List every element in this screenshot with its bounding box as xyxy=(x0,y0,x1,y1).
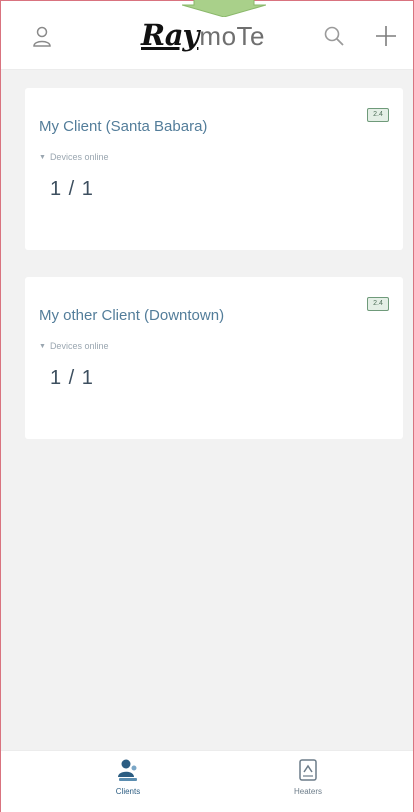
app-screen: Ray moTe My Client (Santa Babara) 2.4 ▼ … xyxy=(0,0,414,812)
heater-icon xyxy=(299,759,317,781)
clients-icon xyxy=(118,759,137,781)
plus-icon xyxy=(376,26,396,46)
devices-online-label: ▼ Devices online xyxy=(39,341,108,351)
add-button[interactable] xyxy=(369,19,403,53)
client-card[interactable]: My other Client (Downtown) 2.4 ▼ Devices… xyxy=(25,277,403,439)
client-name: My other Client (Downtown) xyxy=(39,307,225,324)
filter-icon: ▼ xyxy=(39,342,46,350)
profile-button[interactable] xyxy=(25,19,59,53)
client-list: My Client (Santa Babara) 2.4 ▼ Devices o… xyxy=(1,70,413,750)
client-name: My Client (Santa Babara) xyxy=(39,118,208,135)
devices-count: 1 / 1 xyxy=(50,178,94,200)
devices-online-text: Devices online xyxy=(49,341,109,351)
client-badge[interactable]: 2.4 xyxy=(367,108,389,122)
logo-primary-text: Ray xyxy=(141,18,199,52)
bottom-navigation: Clients Heaters xyxy=(1,750,413,812)
client-badge[interactable]: 2.4 xyxy=(367,297,389,311)
app-logo: Ray moTe xyxy=(141,15,265,53)
filter-icon: ▼ xyxy=(39,153,46,161)
logo-secondary-text: moTe xyxy=(199,21,265,51)
tab-heaters[interactable]: Heaters xyxy=(263,757,353,807)
search-icon xyxy=(324,26,344,46)
tab-clients-label: Clients xyxy=(115,787,141,796)
client-card[interactable]: My Client (Santa Babara) 2.4 ▼ Devices o… xyxy=(25,88,403,250)
devices-count: 1 / 1 xyxy=(50,367,94,389)
devices-online-text: Devices online xyxy=(49,152,109,162)
search-button[interactable] xyxy=(317,19,351,53)
tab-clients[interactable]: Clients xyxy=(83,757,173,807)
tab-heaters-label: Heaters xyxy=(293,787,322,796)
user-icon xyxy=(33,26,51,47)
top-arrow-indicator xyxy=(182,0,266,17)
devices-online-label: ▼ Devices online xyxy=(39,152,108,162)
